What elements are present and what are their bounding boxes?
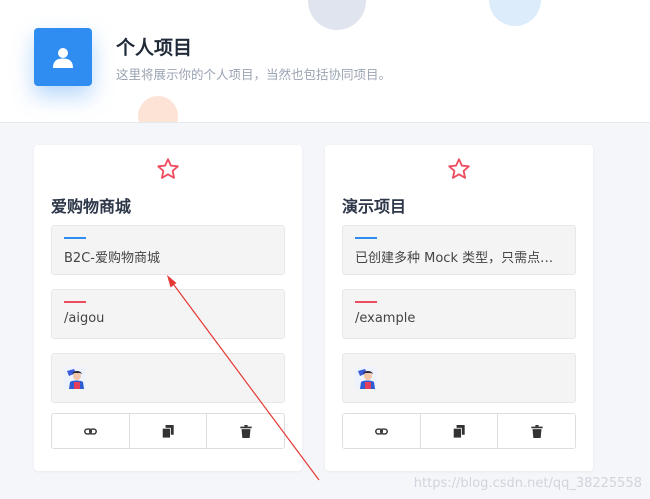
trash-icon — [530, 424, 543, 438]
project-card[interactable]: 演示项目 已创建多种 Mock 类型，只需点… /example — [325, 145, 593, 471]
link-icon — [374, 427, 388, 435]
project-url-field: /example — [342, 289, 576, 339]
accent-bar — [64, 237, 86, 239]
project-description-field: 已创建多种 Mock 类型，只需点… — [342, 225, 576, 275]
decor-circle — [308, 0, 366, 30]
copy-link-button[interactable] — [52, 414, 130, 448]
user-icon — [34, 28, 92, 86]
project-members-field — [51, 353, 285, 403]
decor-circle — [489, 0, 541, 26]
project-name: 演示项目 — [342, 197, 407, 216]
project-actions — [342, 413, 576, 449]
copy-icon — [453, 424, 465, 438]
copy-link-button[interactable] — [343, 414, 421, 448]
project-name: 爱购物商城 — [51, 197, 132, 216]
delete-button[interactable] — [498, 414, 575, 448]
avatar[interactable] — [355, 367, 377, 389]
star-icon[interactable] — [447, 157, 471, 181]
copy-button[interactable] — [420, 414, 499, 448]
page-header: 个人项目 这里将展示你的个人项目，当然也包括协同项目。 — [0, 0, 650, 123]
trash-icon — [239, 424, 252, 438]
project-description-field: B2C-爱购物商城 — [51, 225, 285, 275]
watermark: https://blog.csdn.net/qq_38225558 — [413, 476, 642, 491]
project-actions — [51, 413, 285, 449]
link-icon — [83, 427, 97, 435]
project-card[interactable]: 爱购物商城 B2C-爱购物商城 /aigou — [34, 145, 302, 471]
accent-bar — [355, 237, 377, 239]
project-members-field — [342, 353, 576, 403]
delete-button[interactable] — [207, 414, 284, 448]
page-subtitle: 这里将展示你的个人项目，当然也包括协同项目。 — [116, 67, 392, 82]
project-description: B2C-爱购物商城 — [64, 251, 160, 266]
page-title: 个人项目 — [116, 37, 193, 59]
accent-bar — [64, 301, 86, 303]
star-icon[interactable] — [156, 157, 180, 181]
project-url: /aigou — [64, 311, 105, 326]
copy-icon — [162, 424, 174, 438]
accent-bar — [355, 301, 377, 303]
project-url: /example — [355, 311, 416, 326]
project-url-field: /aigou — [51, 289, 285, 339]
avatar[interactable] — [64, 367, 86, 389]
project-description: 已创建多种 Mock 类型，只需点… — [355, 251, 554, 266]
decor-circle — [138, 96, 178, 122]
copy-button[interactable] — [129, 414, 208, 448]
